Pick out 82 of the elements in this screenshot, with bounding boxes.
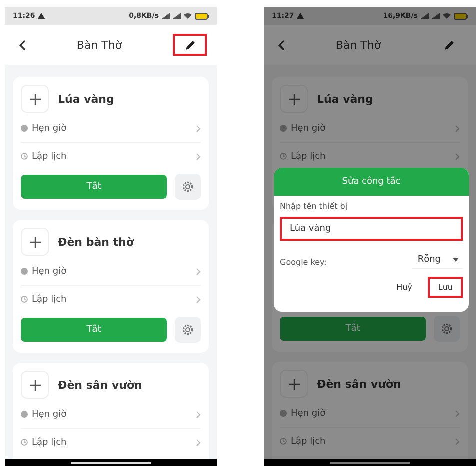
- plus-icon: [30, 236, 40, 248]
- settings-icon: [441, 323, 453, 335]
- chevron-right-icon: [196, 410, 201, 418]
- caret-icon: [453, 258, 459, 262]
- row-label: Lập lịch: [32, 152, 67, 162]
- pencil-icon: [444, 40, 454, 50]
- chevron-right-icon: [455, 438, 460, 446]
- row-label: Lập lịch: [32, 438, 67, 448]
- chevron-right-icon: [196, 296, 201, 304]
- dot-icon: [280, 410, 287, 417]
- menu-row[interactable]: Hẹn giờ: [21, 258, 201, 286]
- menu-row[interactable]: Lập lịch: [280, 428, 460, 455]
- chevron-right-icon: [455, 152, 460, 160]
- add-button[interactable]: [21, 228, 49, 256]
- settings-button[interactable]: [175, 174, 201, 200]
- warning-icon: [297, 13, 304, 19]
- plus-icon: [30, 380, 40, 390]
- menu-row[interactable]: Lập lịch: [21, 143, 201, 170]
- key-dropdown[interactable]: Rỗng: [412, 255, 463, 269]
- row-label: Lập lịch: [291, 152, 326, 162]
- chevron-right-icon: [455, 410, 460, 418]
- settings-button[interactable]: [175, 317, 201, 343]
- device-name: Đèn sân vườn: [58, 378, 142, 392]
- home-indicator[interactable]: [71, 462, 151, 464]
- battery-icon: [195, 12, 209, 20]
- chevron-right-icon: [196, 152, 201, 160]
- page-title: Bàn Thờ: [76, 38, 122, 52]
- dot-icon: [21, 125, 28, 132]
- device-name: Lúa vàng: [58, 92, 114, 106]
- row-label: Hẹn giờ: [32, 266, 67, 276]
- chevron-right-icon: [455, 124, 460, 132]
- add-button[interactable]: [280, 85, 308, 113]
- settings-button[interactable]: [434, 316, 460, 342]
- pencil-icon: [184, 40, 196, 50]
- clock-icon: [21, 439, 28, 446]
- key-label: Google key:: [280, 258, 327, 266]
- clock-icon: [21, 153, 28, 160]
- chevron-right-icon: [196, 438, 201, 446]
- clock-icon: [280, 153, 287, 160]
- wifi-icon: [184, 13, 192, 19]
- menu-row[interactable]: Lập lịch: [21, 429, 201, 456]
- wifi-icon: [443, 13, 451, 19]
- clock-icon: [21, 296, 28, 303]
- clock-icon: [280, 438, 287, 445]
- page-title: Bàn Thờ: [336, 38, 382, 52]
- menu-row[interactable]: Hẹn giờ: [280, 400, 460, 428]
- device-name: Lúa vàng: [317, 92, 374, 106]
- add-button[interactable]: [280, 370, 308, 398]
- device-name: Đèn sân vườn: [317, 378, 402, 390]
- menu-row[interactable]: Hẹn giờ: [21, 401, 201, 429]
- dot-icon: [21, 268, 28, 275]
- menu-row[interactable]: Hẹn giờ: [21, 115, 201, 143]
- name-input-field[interactable]: Lúa vàng: [280, 217, 463, 241]
- add-button[interactable]: [21, 371, 49, 399]
- back-icon[interactable]: [19, 40, 26, 50]
- dot-icon: [280, 125, 287, 132]
- device-name: Đèn bàn thờ: [58, 236, 134, 248]
- back-icon[interactable]: [278, 40, 285, 50]
- menu-row[interactable]: Lập lịch: [280, 143, 460, 170]
- row-label: Lập lịch: [32, 294, 67, 304]
- chevron-right-icon: [196, 268, 201, 276]
- warning-icon: [38, 13, 46, 19]
- row-label: Hẹn giờ: [291, 124, 326, 134]
- settings-icon: [182, 324, 194, 336]
- edit-button[interactable]: [173, 34, 207, 56]
- plus-icon: [288, 94, 300, 104]
- field-label: Nhập tên thiết bị: [280, 202, 349, 211]
- add-button[interactable]: [21, 85, 49, 113]
- dot-icon: [21, 411, 28, 418]
- menu-row[interactable]: Lập lịch: [21, 286, 201, 313]
- dialog-title: Sửa công tắc: [274, 168, 469, 196]
- row-label: Hẹn giờ: [32, 124, 67, 134]
- row-label: Hẹn giờ: [291, 408, 326, 418]
- row-label: Lập lịch: [291, 436, 326, 446]
- settings-icon: [182, 181, 194, 193]
- plus-icon: [288, 378, 300, 390]
- row-label: Hẹn giờ: [32, 410, 67, 420]
- chevron-right-icon: [196, 124, 201, 132]
- battery-icon: [454, 12, 468, 20]
- menu-row[interactable]: Hẹn giờ: [280, 115, 460, 143]
- dialog-button[interactable]: Lưu: [428, 277, 463, 298]
- plus-icon: [30, 94, 40, 104]
